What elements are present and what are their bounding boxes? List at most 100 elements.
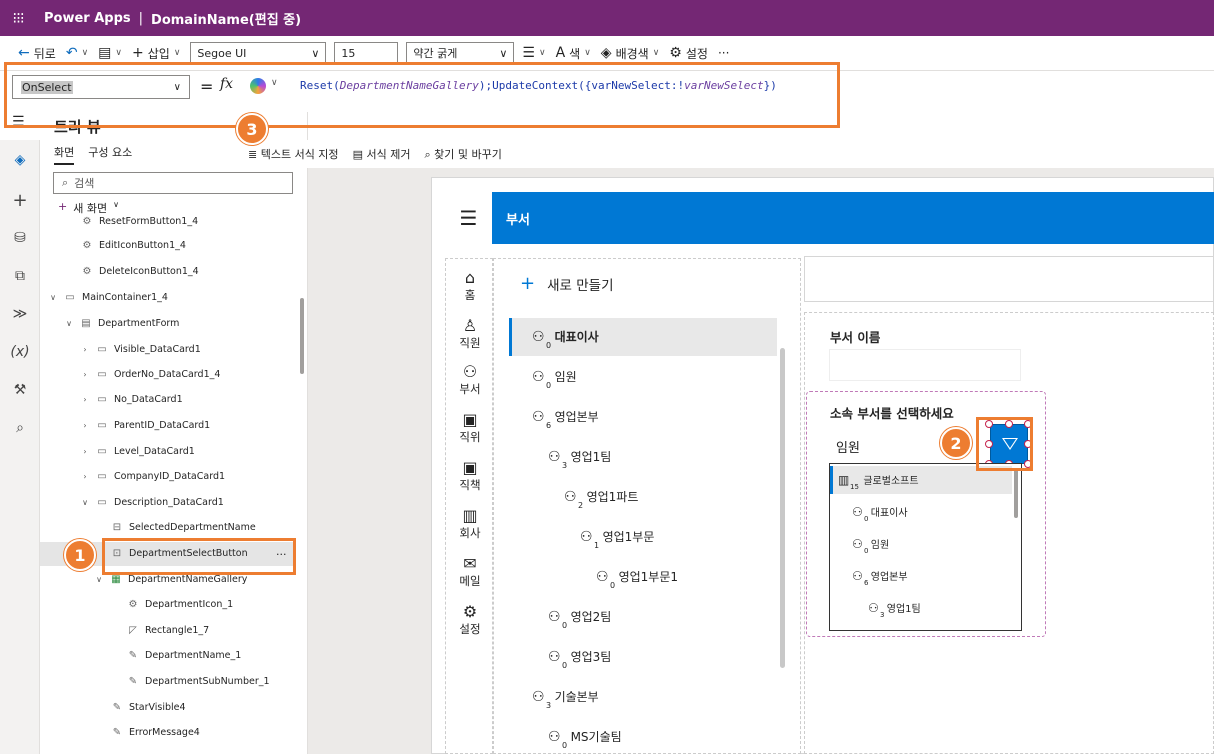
plus-icon: + bbox=[520, 273, 536, 294]
gallery-row[interactable]: ⚇ 6 영업본부 bbox=[532, 408, 599, 430]
tree-item[interactable]: › ▭ No_DataCard1 bbox=[80, 394, 182, 405]
new-button[interactable]: + 새로 만들기 bbox=[520, 273, 614, 294]
data-icon[interactable]: ⛁ bbox=[0, 230, 40, 246]
gallery-row[interactable]: ⚇ 0 영업3팀 bbox=[548, 648, 611, 670]
tree-item[interactable]: › ▭ ParentID_DataCard1 bbox=[80, 420, 210, 431]
tree-item[interactable]: › ▭ CompanyID_DataCard1 bbox=[80, 471, 225, 482]
power-automate-icon[interactable]: ≫ bbox=[0, 306, 40, 322]
tools-icon[interactable]: ⚒ bbox=[0, 382, 40, 398]
gallery-row[interactable]: ⚇ 0 영업2팀 bbox=[548, 608, 611, 630]
tree-item[interactable]: ⚙ ResetFormButton1_4 bbox=[80, 216, 199, 227]
gallery-row[interactable]: ⚇ 3 영업1팀 bbox=[548, 448, 611, 470]
gallery-row[interactable]: ⚇ 0 임원 bbox=[532, 368, 577, 390]
remove-format-button[interactable]: ▤ 서식 제거 bbox=[353, 146, 411, 162]
align-button[interactable]: ☰ ∨ bbox=[522, 45, 545, 61]
gallery-row[interactable]: ⚇ 3 기술본부 bbox=[532, 688, 599, 710]
undo-button[interactable]: ← 뒤로 bbox=[18, 45, 56, 62]
tree-item[interactable]: ⊟ SelectedDepartmentName bbox=[110, 522, 256, 533]
format-text-button[interactable]: ≣ 텍스트 서식 지정 bbox=[248, 146, 339, 162]
gallery-row[interactable]: ⚇ 0 MS기술팀 bbox=[548, 728, 622, 750]
department-name-label: 부서 이름 bbox=[830, 330, 881, 345]
media-icon[interactable]: ⧉ bbox=[0, 268, 40, 284]
app-nav: ⌂ 홈 ♙ 직원 ⚇ 부서 ▣ 직위 ▣ 직책 ▥ 회사 ✉ 메일 ⚙ 설정 bbox=[445, 258, 493, 754]
new-screen-button[interactable]: + 새 화면 ∨ bbox=[58, 200, 119, 216]
tree-search-input[interactable]: ⌕ 검색 bbox=[53, 172, 293, 194]
nav-item-mail[interactable]: ✉ 메일 bbox=[446, 555, 494, 589]
tree-item-label: DepartmentName_1 bbox=[145, 650, 242, 661]
dropdown-item[interactable]: ⚇ 3 영업1팀 bbox=[868, 600, 921, 619]
tree-item[interactable]: › ▭ Visible_DataCard1 bbox=[80, 344, 201, 355]
nav-item-home[interactable]: ⌂ 홈 bbox=[446, 269, 494, 303]
tree-item-label: EditIconButton1_4 bbox=[99, 240, 186, 251]
tree-item[interactable]: ◸ Rectangle1_7 bbox=[126, 625, 209, 636]
people-icon: ⚇ 0 bbox=[852, 504, 869, 523]
gallery-row[interactable]: ⚇ 0 영업1부문1 bbox=[596, 568, 678, 590]
tab-components[interactable]: 구성 요소 bbox=[88, 144, 132, 165]
tree-item[interactable]: › ▭ OrderNo_DataCard1_4 bbox=[80, 369, 220, 380]
datacard-icon: ▭ bbox=[97, 420, 107, 431]
gallery-row[interactable]: ⚇ 1 영업1부문 bbox=[580, 528, 654, 550]
tree-scrollbar[interactable] bbox=[300, 298, 304, 374]
tree-item[interactable]: ✎ DepartmentSubNumber_1 bbox=[126, 676, 270, 687]
search-icon[interactable]: ⌕ bbox=[0, 420, 40, 436]
app-launcher-icon[interactable]: ⁝⁝⁝ bbox=[0, 9, 36, 27]
font-select[interactable]: Segoe UI ∨ bbox=[190, 42, 327, 64]
dropdown-item-name: 글로벌소프트 bbox=[863, 476, 919, 487]
paste-button[interactable]: ▤ ∨ bbox=[98, 45, 122, 61]
tree-item[interactable]: ∨ ▤ DepartmentForm bbox=[64, 318, 179, 329]
tree-item[interactable]: ✎ DepartmentName_1 bbox=[126, 650, 242, 661]
nav-item-positions[interactable]: ▣ 직위 bbox=[446, 411, 494, 445]
layers-icon[interactable]: ◈ bbox=[0, 152, 40, 168]
dropdown-item[interactable]: ▥ 15 글로벌소프트 bbox=[838, 472, 919, 491]
undo-icon-button[interactable]: ↶ ∨ bbox=[66, 45, 88, 61]
color-button[interactable]: A 색 ∨ bbox=[556, 45, 591, 62]
font-size-input[interactable]: 15 bbox=[334, 42, 399, 64]
tree-item[interactable]: ⚙ EditIconButton1_4 bbox=[80, 240, 186, 251]
nav-item-titles[interactable]: ▣ 직책 bbox=[446, 459, 494, 493]
dropdown-item-count: 0 bbox=[864, 514, 869, 523]
gallery-row[interactable]: ⚇ 0 대표이사 bbox=[532, 328, 599, 350]
document-title: DomainName(편집 중) bbox=[151, 12, 302, 28]
fill-button[interactable]: ◈ 배경색 ∨ bbox=[601, 45, 660, 62]
tree-item[interactable]: ✎ StarVisible4 bbox=[110, 702, 186, 713]
gallery-row-name: 영업1파트 bbox=[586, 490, 639, 504]
dropdown-item-count: 3 bbox=[880, 610, 885, 619]
dropdown-item-name: 대표이사 bbox=[870, 508, 908, 519]
tree-item[interactable]: ∨ ▭ Description_DataCard1 bbox=[80, 497, 224, 508]
font-color-icon: A bbox=[555, 45, 566, 61]
dropdown-scrollbar[interactable] bbox=[1014, 468, 1018, 518]
color-label: 색 bbox=[569, 46, 581, 61]
tree-item[interactable]: ∨ ▭ MainContainer1_4 bbox=[48, 292, 168, 303]
font-weight-select[interactable]: 약간 굵게 ∨ bbox=[406, 42, 515, 64]
datacard-icon: ▭ bbox=[97, 369, 107, 380]
tree-item[interactable]: ∨ ▦ DepartmentNameGallery bbox=[94, 574, 247, 585]
find-replace-button[interactable]: ⌕ 찾기 및 바꾸기 bbox=[424, 146, 501, 162]
department-name-input[interactable] bbox=[829, 349, 1021, 381]
dropdown-item-count: 0 bbox=[864, 546, 869, 555]
tree-item-label: Visible_DataCard1 bbox=[114, 344, 201, 355]
gallery-scrollbar[interactable] bbox=[780, 348, 785, 668]
tree-item-label: MainContainer1_4 bbox=[82, 292, 168, 303]
gallery-row-name: 영업1부문1 bbox=[618, 570, 678, 584]
tree-item[interactable]: ✎ ErrorMessage4 bbox=[110, 727, 200, 738]
tree-item[interactable]: ⚙ DeleteIconButton1_4 bbox=[80, 266, 199, 277]
tree-item-label: Level_DataCard1 bbox=[114, 446, 195, 457]
tab-screens[interactable]: 화면 bbox=[54, 144, 75, 165]
gear-icon: ⚙ bbox=[462, 602, 478, 621]
insert-button[interactable]: + 삽입 ∨ bbox=[132, 45, 180, 62]
gallery-row[interactable]: ⚇ 2 영업1파트 bbox=[564, 488, 639, 510]
dropdown-item[interactable]: ⚇ 0 대표이사 bbox=[852, 504, 908, 523]
nav-item-departments[interactable]: ⚇ 부서 bbox=[446, 363, 494, 397]
tree-item[interactable]: ⚙ DepartmentIcon_1 bbox=[126, 599, 234, 610]
tree-item[interactable]: › ▭ Level_DataCard1 bbox=[80, 446, 195, 457]
dropdown-item[interactable]: ⚇ 6 영업본부 bbox=[852, 568, 908, 587]
variables-icon[interactable]: (x) bbox=[0, 344, 40, 360]
settings-button[interactable]: ⚙ 설정 bbox=[669, 45, 708, 62]
insert-icon[interactable]: + bbox=[0, 190, 40, 211]
more-button[interactable]: ··· bbox=[718, 46, 729, 60]
hamburger-icon[interactable]: ☰ bbox=[445, 192, 492, 244]
nav-item-company[interactable]: ▥ 회사 bbox=[446, 507, 494, 541]
nav-item-employees[interactable]: ♙ 직원 bbox=[446, 317, 494, 351]
dropdown-item[interactable]: ⚇ 0 임원 bbox=[852, 536, 889, 555]
nav-item-settings[interactable]: ⚙ 설정 bbox=[446, 603, 494, 637]
